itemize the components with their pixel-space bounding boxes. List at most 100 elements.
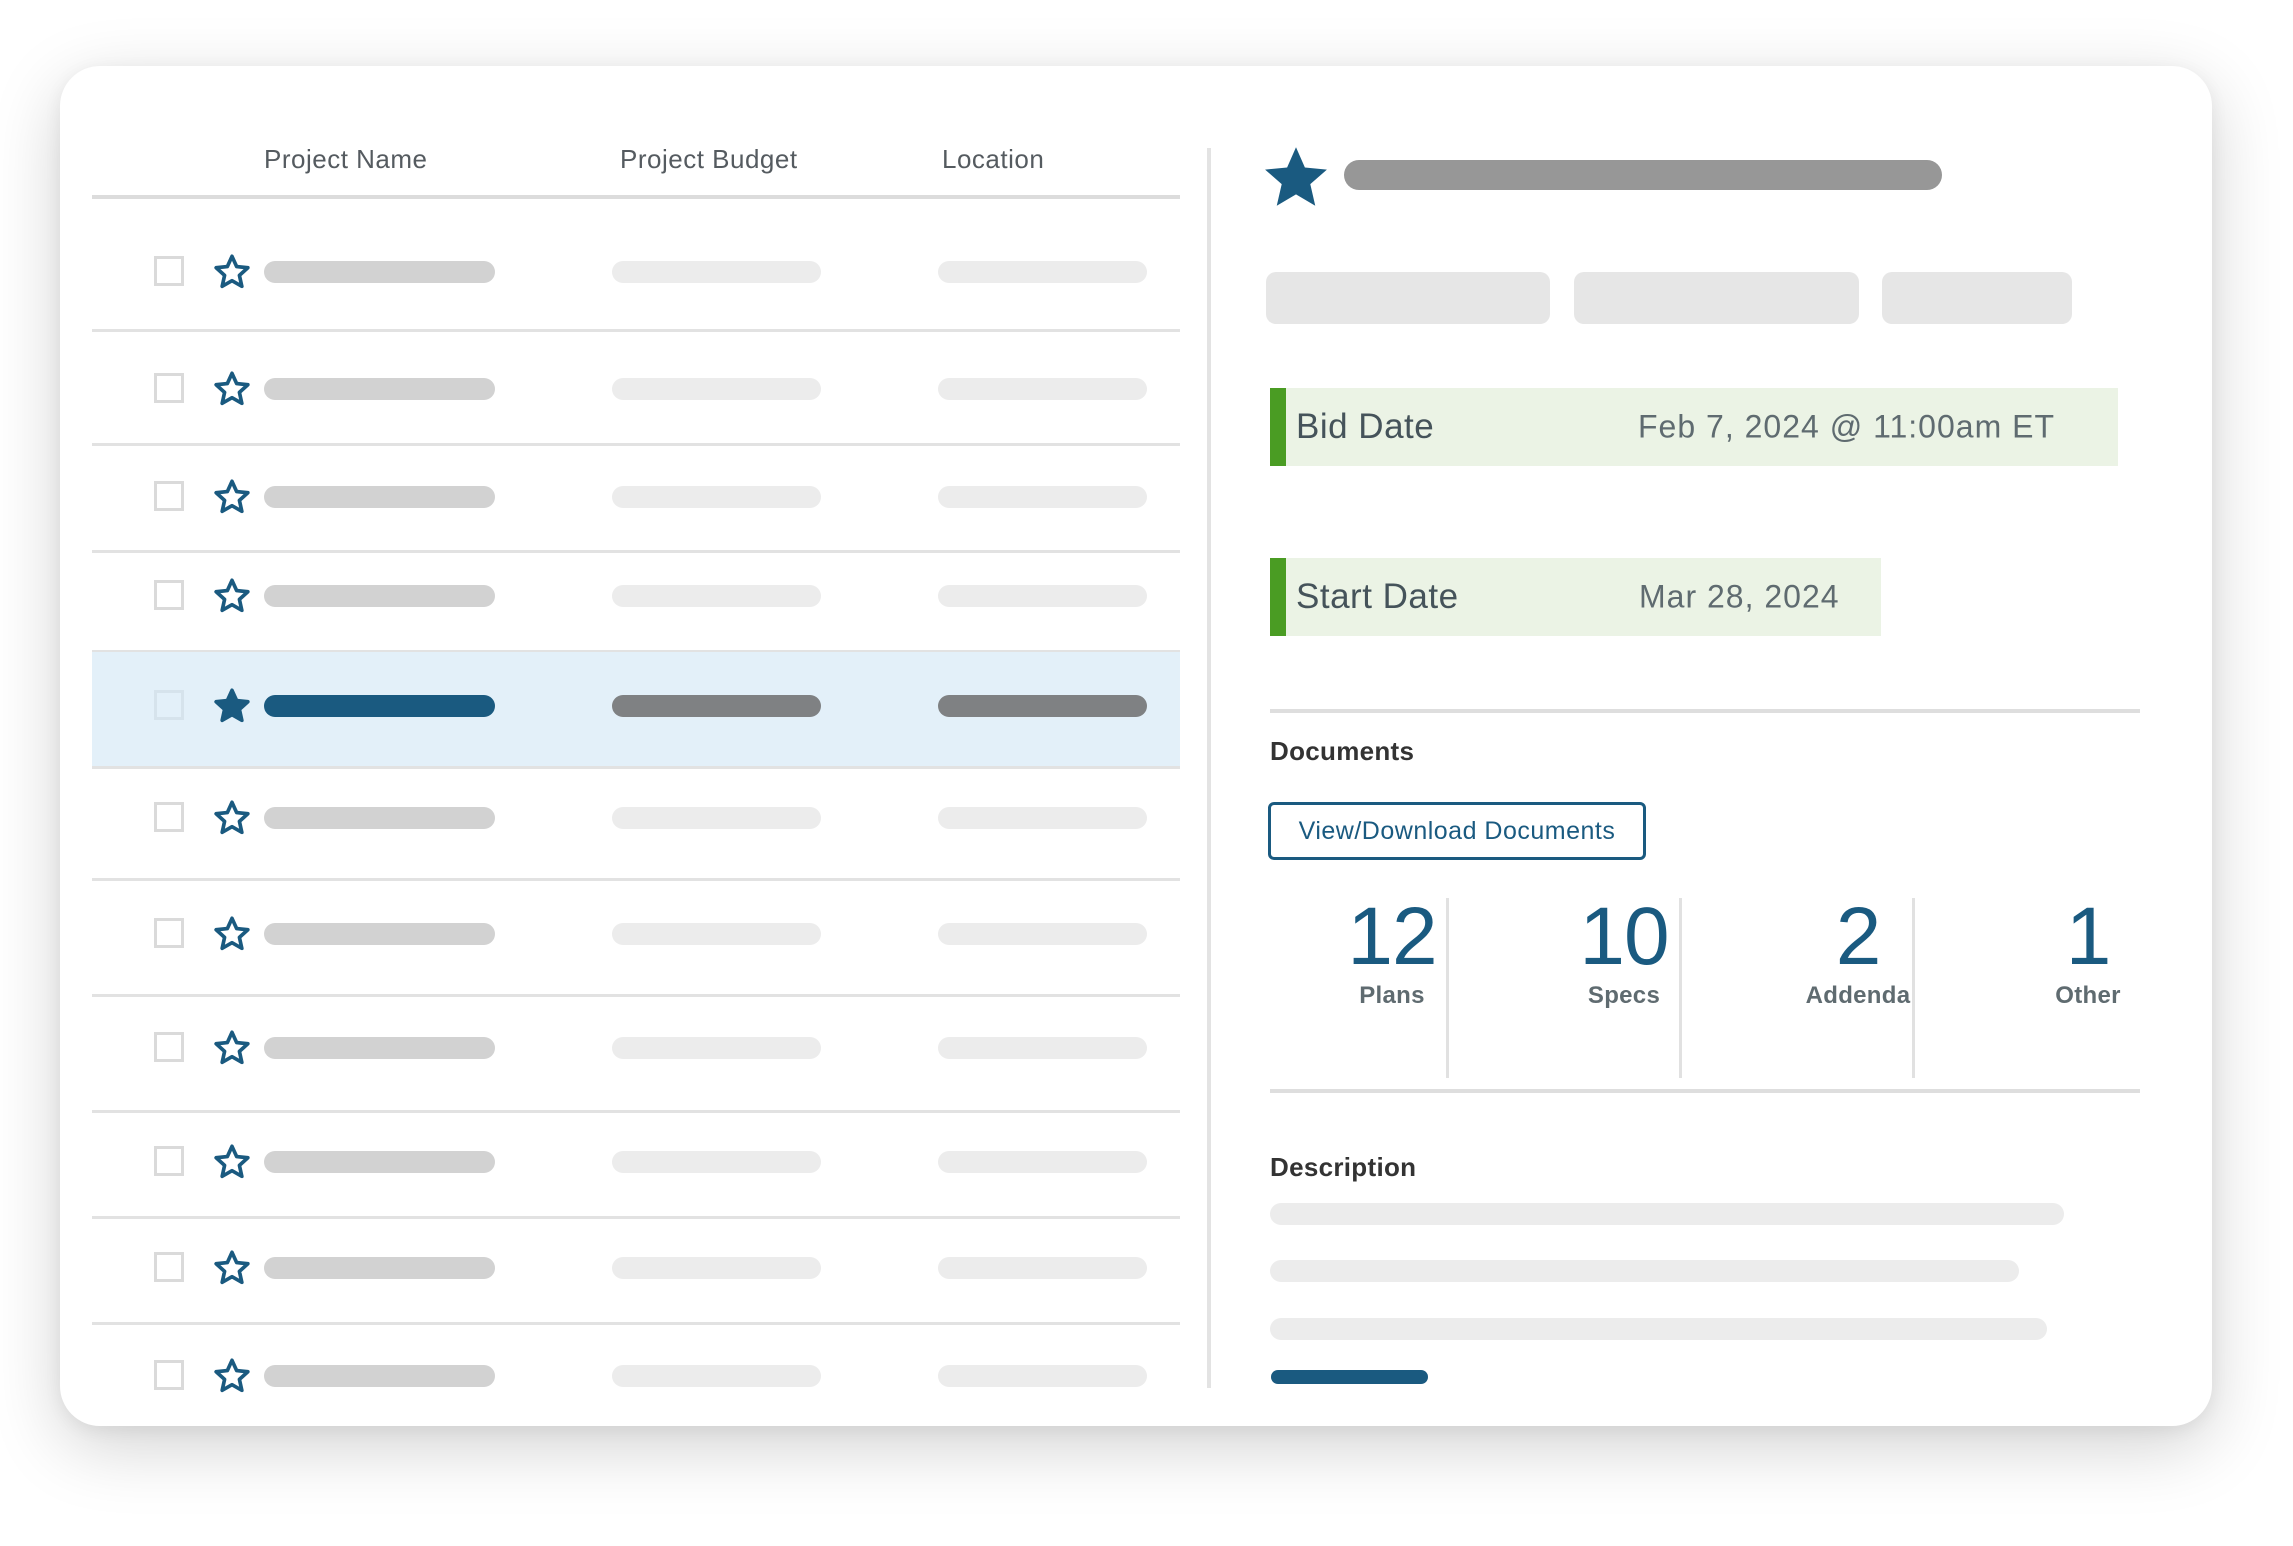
- location-placeholder: [938, 1365, 1147, 1387]
- table-row[interactable]: [92, 894, 1180, 974]
- stat-plans[interactable]: 12 Plans: [1282, 896, 1502, 1010]
- table-row[interactable]: [92, 457, 1180, 537]
- view-download-documents-button[interactable]: View/Download Documents: [1268, 802, 1646, 860]
- row-checkbox[interactable]: [154, 373, 184, 403]
- panel-divider: [1207, 148, 1211, 1388]
- row-checkbox[interactable]: [154, 690, 184, 720]
- description-text-placeholder: [1270, 1203, 2064, 1225]
- row-divider: [92, 443, 1180, 446]
- stat-plans-label: Plans: [1359, 982, 1425, 1009]
- row-divider: [92, 1110, 1180, 1113]
- project-budget-placeholder: [612, 261, 821, 283]
- row-checkbox[interactable]: [154, 1032, 184, 1062]
- row-checkbox[interactable]: [154, 802, 184, 832]
- section-divider: [1270, 709, 2140, 713]
- row-checkbox[interactable]: [154, 918, 184, 948]
- project-budget-placeholder: [612, 486, 821, 508]
- project-budget-placeholder: [612, 1365, 821, 1387]
- star-outline-icon[interactable]: [212, 477, 252, 517]
- header-divider: [92, 195, 1180, 199]
- project-name-placeholder: [264, 486, 495, 508]
- row-checkbox[interactable]: [154, 256, 184, 286]
- column-header-project-budget[interactable]: Project Budget: [620, 144, 798, 175]
- tag-chip[interactable]: [1882, 272, 2072, 324]
- project-budget-placeholder: [612, 807, 821, 829]
- star-filled-icon[interactable]: [1260, 142, 1332, 212]
- project-name-placeholder: [264, 378, 495, 400]
- project-budget-placeholder: [612, 695, 821, 717]
- tag-chip[interactable]: [1574, 272, 1859, 324]
- description-text-placeholder: [1270, 1318, 2047, 1340]
- project-name-placeholder: [264, 807, 495, 829]
- row-divider: [92, 1216, 1180, 1219]
- row-checkbox[interactable]: [154, 580, 184, 610]
- table-row[interactable]: [92, 556, 1180, 636]
- stat-divider: [1912, 898, 1915, 1078]
- row-checkbox[interactable]: [154, 481, 184, 511]
- start-date-label: Start Date: [1296, 577, 1459, 616]
- project-budget-placeholder: [612, 1257, 821, 1279]
- row-divider: [92, 329, 1180, 332]
- stat-specs[interactable]: 10 Specs: [1514, 896, 1734, 1010]
- stat-specs-label: Specs: [1587, 982, 1661, 1009]
- star-outline-icon[interactable]: [212, 576, 252, 616]
- row-checkbox[interactable]: [154, 1252, 184, 1282]
- column-header-location[interactable]: Location: [942, 144, 1044, 175]
- app-window: Project Name Project Budget Location Bid…: [60, 66, 2212, 1426]
- location-placeholder: [938, 585, 1147, 607]
- stat-divider: [1679, 898, 1682, 1078]
- row-divider: [92, 994, 1180, 997]
- table-row[interactable]: [92, 1228, 1180, 1308]
- stat-divider: [1446, 898, 1449, 1078]
- start-date-row: Start Date Mar 28, 2024: [1270, 558, 1881, 636]
- description-text-placeholder: [1270, 1260, 2019, 1282]
- project-budget-placeholder: [612, 585, 821, 607]
- table-row-selected[interactable]: [92, 652, 1180, 766]
- row-checkbox[interactable]: [154, 1360, 184, 1390]
- location-placeholder: [938, 486, 1147, 508]
- column-header-project-name[interactable]: Project Name: [264, 144, 428, 175]
- project-name-placeholder: [264, 1151, 495, 1173]
- stat-other-count: 1: [2065, 891, 2112, 982]
- row-divider: [92, 550, 1180, 553]
- project-name-placeholder: [264, 585, 495, 607]
- star-outline-icon[interactable]: [212, 914, 252, 954]
- stat-other[interactable]: 1 Other: [1978, 896, 2198, 1010]
- star-outline-icon[interactable]: [212, 1142, 252, 1182]
- read-more-link[interactable]: [1271, 1370, 1428, 1384]
- stat-addenda[interactable]: 2 Addenda: [1748, 896, 1968, 1010]
- star-outline-icon[interactable]: [212, 252, 252, 292]
- stat-addenda-label: Addenda: [1805, 982, 1911, 1009]
- table-row[interactable]: [92, 349, 1180, 429]
- star-outline-icon[interactable]: [212, 798, 252, 838]
- star-outline-icon[interactable]: [212, 1248, 252, 1288]
- description-heading: Description: [1270, 1152, 1417, 1182]
- table-row[interactable]: [92, 1122, 1180, 1202]
- bid-date-row: Bid Date Feb 7, 2024 @ 11:00am ET: [1270, 388, 2118, 466]
- location-placeholder: [938, 695, 1147, 717]
- location-placeholder: [938, 1257, 1147, 1279]
- table-row[interactable]: [92, 232, 1180, 312]
- bid-date-label: Bid Date: [1296, 407, 1435, 446]
- star-outline-icon[interactable]: [212, 1028, 252, 1068]
- table-row[interactable]: [92, 1008, 1180, 1088]
- star-outline-icon[interactable]: [212, 369, 252, 409]
- project-budget-placeholder: [612, 1037, 821, 1059]
- stat-other-label: Other: [2055, 982, 2121, 1009]
- project-name-placeholder: [264, 261, 495, 283]
- table-row[interactable]: [92, 1336, 1180, 1416]
- location-placeholder: [938, 807, 1147, 829]
- project-budget-placeholder: [612, 378, 821, 400]
- project-name-placeholder: [264, 923, 495, 945]
- location-placeholder: [938, 1037, 1147, 1059]
- tag-chip[interactable]: [1266, 272, 1550, 324]
- star-filled-icon[interactable]: [212, 686, 252, 726]
- star-outline-icon[interactable]: [212, 1356, 252, 1396]
- project-budget-placeholder: [612, 923, 821, 945]
- table-row[interactable]: [92, 778, 1180, 858]
- row-checkbox[interactable]: [154, 1146, 184, 1176]
- section-divider: [1270, 1089, 2140, 1093]
- project-title-placeholder: [1344, 160, 1942, 190]
- start-date-value: Mar 28, 2024: [1639, 578, 1840, 615]
- row-divider: [92, 1322, 1180, 1325]
